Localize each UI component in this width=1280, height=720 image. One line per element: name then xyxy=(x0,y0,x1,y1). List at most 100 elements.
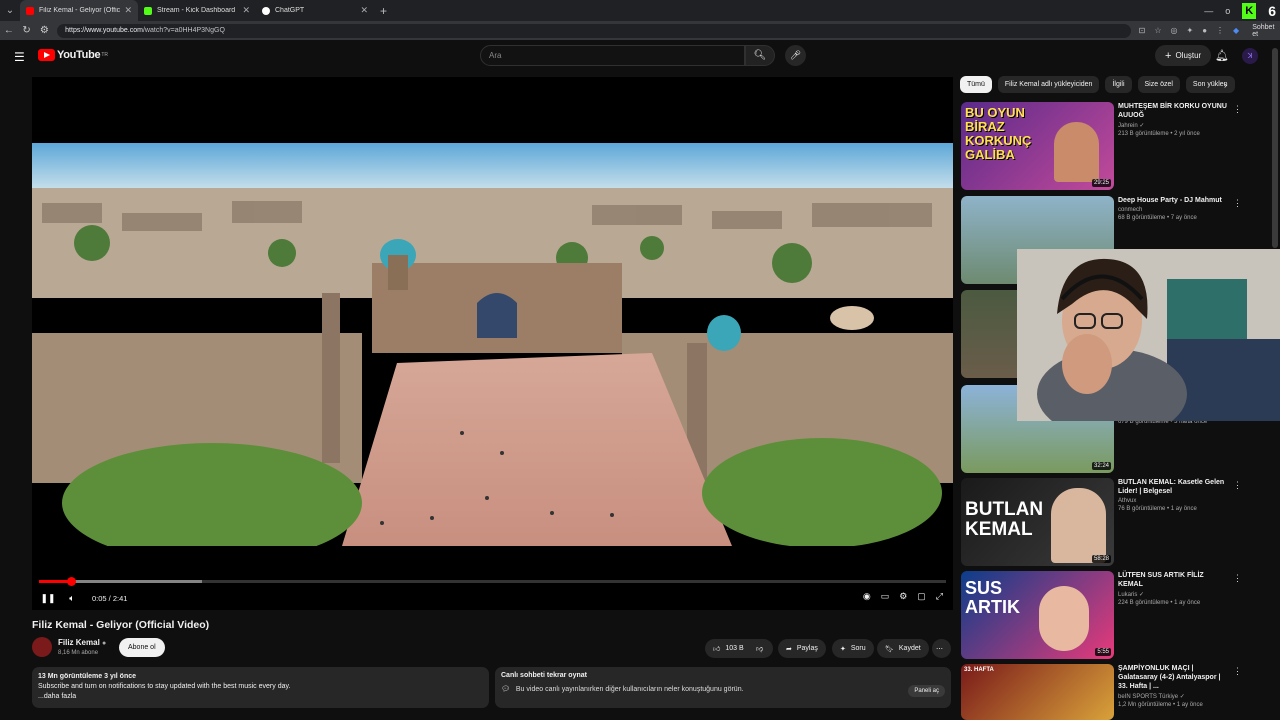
autoplay-toggle-icon[interactable]: ◉ xyxy=(863,591,871,602)
ask-button[interactable]: ✦ Soru xyxy=(832,639,874,658)
plus-icon: + xyxy=(1165,49,1172,62)
scrollbar[interactable] xyxy=(1272,48,1278,248)
fullscreen-icon[interactable]: ⤢ xyxy=(936,591,943,602)
video-title: Filiz Kemal - Geliyor (Official Video) xyxy=(32,619,210,631)
more-icon: ⋯ xyxy=(936,645,943,653)
theater-mode-icon[interactable]: ▢ xyxy=(917,591,926,602)
search-icon[interactable]: 🔍︎ xyxy=(745,45,775,66)
chevron-right-icon[interactable]: › xyxy=(1224,80,1227,90)
subscribe-button[interactable]: Abone ol xyxy=(119,638,165,657)
webcam-feed xyxy=(1017,249,1280,421)
back-icon[interactable]: ← xyxy=(0,25,18,36)
gemini-icon[interactable]: ◆ xyxy=(1233,26,1239,35)
tab-kick[interactable]: Stream - Kick Dashboard ✕ xyxy=(138,0,256,21)
video-thumbnail[interactable]: 33. HAFTA xyxy=(961,664,1114,720)
restore-icon[interactable]: o xyxy=(1225,6,1230,16)
volume-icon[interactable]: 🔈︎ xyxy=(60,593,84,604)
save-button[interactable]: 🔖︎ Kaydet xyxy=(877,639,929,658)
list-item[interactable]: BU OYUN BİRAZ KORKUNÇ GALİBA 29:25 MUHTE… xyxy=(961,102,1261,190)
chip-related[interactable]: İlgili xyxy=(1105,76,1132,93)
more-actions-button[interactable]: ⋯ xyxy=(932,639,951,658)
list-item[interactable]: SUS ARTIK 5:55 LÜTFEN SUS ARTIK FİLİZ KE… xyxy=(961,571,1261,659)
tab-chatgpt[interactable]: ChatGPT ✕ xyxy=(256,0,374,21)
search-input[interactable]: Ara xyxy=(480,45,745,66)
create-button[interactable]: + Oluştur xyxy=(1155,45,1212,66)
show-more-link[interactable]: ...daha fazla xyxy=(38,692,483,702)
avatar[interactable]: ꓘ xyxy=(1242,48,1258,64)
channel-avatar[interactable] xyxy=(32,637,52,657)
video-thumbnail[interactable]: SUS ARTIK 5:55 xyxy=(961,571,1114,659)
chat-icon: 💬︎ xyxy=(501,686,510,693)
thumbnail-caption: BUTLAN KEMAL xyxy=(965,499,1044,540)
close-icon[interactable]: ✕ xyxy=(124,5,132,16)
more-icon[interactable]: ⋮ xyxy=(1233,104,1242,115)
channel-name: Jahrein ✓ xyxy=(1118,123,1145,129)
settings-gear-icon[interactable]: ⚙ xyxy=(899,591,907,602)
subscriber-count: 8,16 Mn abone xyxy=(58,650,99,656)
chip-uploader[interactable]: Filiz Kemal adlı yükleyiciden xyxy=(997,76,1100,93)
mic-icon[interactable]: 🎤︎ xyxy=(785,45,806,66)
install-icon[interactable]: ⊡ xyxy=(1139,26,1146,35)
hamburger-icon[interactable]: ☰ xyxy=(14,50,25,64)
dislike-button[interactable]: 👎︎ xyxy=(751,639,773,658)
close-icon[interactable]: ✕ xyxy=(360,5,368,16)
channel-name: beIN SPORTS Türkiye ✓ xyxy=(1118,694,1185,700)
video-frame xyxy=(32,143,953,546)
youtube-favicon-icon xyxy=(26,6,34,15)
youtube-logo[interactable]: YouTube TR xyxy=(38,49,108,61)
share-button[interactable]: ➦ Paylaş xyxy=(778,639,826,658)
close-icon[interactable]: ✕ xyxy=(242,5,250,16)
video-thumbnail[interactable]: BU OYUN BİRAZ KORKUNÇ GALİBA 29:25 xyxy=(961,102,1114,190)
extension-icon[interactable]: ◎ xyxy=(1171,26,1178,35)
video-player[interactable]: ❚❚ 🔈︎ 0:05 / 2:41 ◉ ▭ ⚙ ▢ ⤢ xyxy=(32,77,953,610)
minimize-icon[interactable]: — xyxy=(1204,6,1213,16)
channel-name: conmech xyxy=(1118,207,1143,213)
chip-all[interactable]: Tümü xyxy=(960,76,992,93)
more-icon[interactable]: ⋮ xyxy=(1233,480,1242,491)
description-box[interactable]: 13 Mn görüntüleme 3 yıl önce Subscribe a… xyxy=(32,667,489,708)
pause-icon[interactable]: ❚❚ xyxy=(36,593,60,604)
more-icon[interactable]: ⋮ xyxy=(1233,198,1242,209)
chat-label[interactable]: Sohbet et xyxy=(1252,24,1280,38)
open-panel-button[interactable]: Paneli aç xyxy=(908,685,945,697)
chat-replay-text: Bu video canlı yayınlanırken diğer kulla… xyxy=(515,685,744,693)
more-icon[interactable]: ⋮ xyxy=(1233,573,1242,584)
profile-icon[interactable]: ● xyxy=(1202,26,1207,35)
player-right-controls: ◉ ▭ ⚙ ▢ ⤢ xyxy=(863,591,943,602)
scrubber-handle[interactable] xyxy=(66,577,76,586)
webcam-overlay xyxy=(1017,249,1280,421)
time-display: 0:05 / 2:41 xyxy=(92,593,128,603)
more-icon[interactable]: ⋮ xyxy=(1216,26,1224,35)
tab-label: ChatGPT xyxy=(275,7,305,14)
url-input[interactable]: https://www.youtube.com/watch?v=a0HH4P3N… xyxy=(57,23,1131,38)
channel-name[interactable]: Filiz Kemal ● xyxy=(58,638,106,647)
chat-replay-title: Canlı sohbeti tekrar oynat xyxy=(501,672,587,679)
list-item[interactable]: BUTLAN KEMAL 58:28 BUTLAN KEMAL: Kasetle… xyxy=(961,478,1261,566)
channel-name: Lukaris ✓ xyxy=(1118,592,1145,598)
puzzle-icon[interactable]: ✦ xyxy=(1187,26,1194,35)
site-info-icon[interactable]: ⚙ xyxy=(35,25,53,36)
kick-badge: K xyxy=(1242,2,1257,19)
subtitles-icon[interactable]: ▭ xyxy=(881,591,890,602)
video-thumbnail[interactable]: BUTLAN KEMAL 58:28 xyxy=(961,478,1114,566)
new-tab-icon[interactable]: + xyxy=(380,4,387,18)
video-meta: 68 B görüntüleme • 7 ay önce xyxy=(1118,215,1197,221)
politician-face xyxy=(1051,488,1106,563)
bell-icon[interactable]: 🔔︎ xyxy=(1215,49,1229,62)
tab-search-icon[interactable]: ⌄ xyxy=(0,0,20,21)
list-item[interactable]: 33. HAFTA ŞAMPİYONLUK MAÇI | Galatasaray… xyxy=(961,664,1261,720)
tab-youtube[interactable]: Filiz Kemal - Geliyor (Official V ✕ xyxy=(20,0,138,21)
chat-replay-box: Canlı sohbeti tekrar oynat 💬︎ Bu video c… xyxy=(495,667,951,708)
kick-favicon-icon xyxy=(144,6,152,15)
video-info: Deep House Party - DJ Mahmut conmech 68 … xyxy=(1118,196,1228,221)
video-info: BUTLAN KEMAL: Kasetle Gelen Lider! | Bel… xyxy=(1118,478,1228,512)
star-icon[interactable]: ☆ xyxy=(1154,26,1161,35)
chip-recent[interactable]: Son yüklen xyxy=(1185,76,1235,93)
chip-for-you[interactable]: Size özel xyxy=(1137,76,1180,93)
more-icon[interactable]: ⋮ xyxy=(1233,666,1242,677)
video-title: LÜTFEN SUS ARTIK FİLİZ KEMAL xyxy=(1118,572,1204,588)
progress-bar[interactable] xyxy=(39,577,946,586)
video-info: ŞAMPİYONLUK MAÇI | Galatasaray (4-2) Ant… xyxy=(1118,664,1228,708)
ask-label: Soru xyxy=(850,645,866,652)
reload-icon[interactable]: ↻ xyxy=(18,25,36,36)
